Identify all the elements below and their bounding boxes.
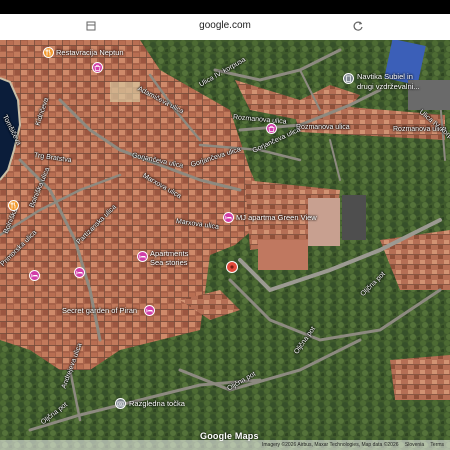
place-label-mj-apartma[interactable]: MJ apartma Green View	[236, 213, 317, 222]
street-label-rozmanova-2: Rozmanova ulica	[296, 124, 350, 131]
fork-knife-icon	[10, 202, 16, 209]
location-dot-icon	[230, 265, 234, 269]
bed-icon	[146, 309, 153, 313]
shopping-bag-icon	[94, 64, 101, 71]
reload-icon[interactable]	[352, 20, 364, 32]
place-label-navtika-1[interactable]: Navtika Subiel in	[357, 72, 413, 81]
bed-icon	[76, 271, 83, 275]
region-label[interactable]: Slovenia	[405, 442, 424, 448]
shopping-pin-north[interactable]	[92, 62, 103, 73]
selected-location-marker[interactable]	[226, 261, 238, 273]
browser-address-bar: google.com	[0, 14, 450, 40]
url-text[interactable]: google.com	[0, 20, 450, 31]
fork-knife-icon	[45, 49, 51, 56]
lodging-pin-mj-apartma[interactable]	[223, 212, 234, 223]
lodging-pin-secret-garden[interactable]	[144, 305, 155, 316]
building-icon	[346, 75, 351, 82]
place-label-navtika-2[interactable]: drugi vzdrževalni...	[357, 82, 420, 91]
business-pin-navtika[interactable]	[343, 73, 354, 84]
terms-link[interactable]: Terms	[430, 442, 444, 448]
screen-frame: google.com Kidričeva Tomšičeva Trg Brats…	[0, 0, 450, 450]
place-label-secret-garden[interactable]: Secret garden of Piran	[62, 306, 137, 315]
place-label-sea-stories-1[interactable]: Apartments	[150, 249, 188, 258]
lodging-pin-west-2[interactable]	[74, 267, 85, 278]
viewpoint-pin-razgledna-tocka[interactable]	[115, 398, 126, 409]
bed-icon	[225, 216, 232, 220]
place-label-neptun[interactable]: Restavracija Neptun	[56, 48, 124, 57]
restaurant-pin-west[interactable]	[8, 200, 19, 211]
bed-icon	[31, 274, 38, 278]
place-label-razgledna-tocka[interactable]: Razgledna točka	[129, 399, 185, 408]
place-label-sea-stories-2[interactable]: Sea stories	[150, 258, 188, 267]
lodging-pin-sea-stories[interactable]	[137, 251, 148, 262]
bed-icon	[139, 255, 146, 259]
shopping-bag-icon	[268, 125, 275, 132]
shopping-pin-rozmanova[interactable]	[266, 123, 277, 134]
imagery-credit: Imagery ©2026 Airbus, Maxar Technologies…	[262, 442, 399, 448]
camera-icon	[117, 401, 124, 407]
lodging-pin-west-1[interactable]	[29, 270, 40, 281]
map-attribution-bar: Imagery ©2026 Airbus, Maxar Technologies…	[0, 440, 450, 450]
satellite-map[interactable]: Kidričeva Tomšičeva Trg Bratstva Adamiče…	[0, 40, 450, 450]
restaurant-pin-neptun[interactable]	[43, 47, 54, 58]
